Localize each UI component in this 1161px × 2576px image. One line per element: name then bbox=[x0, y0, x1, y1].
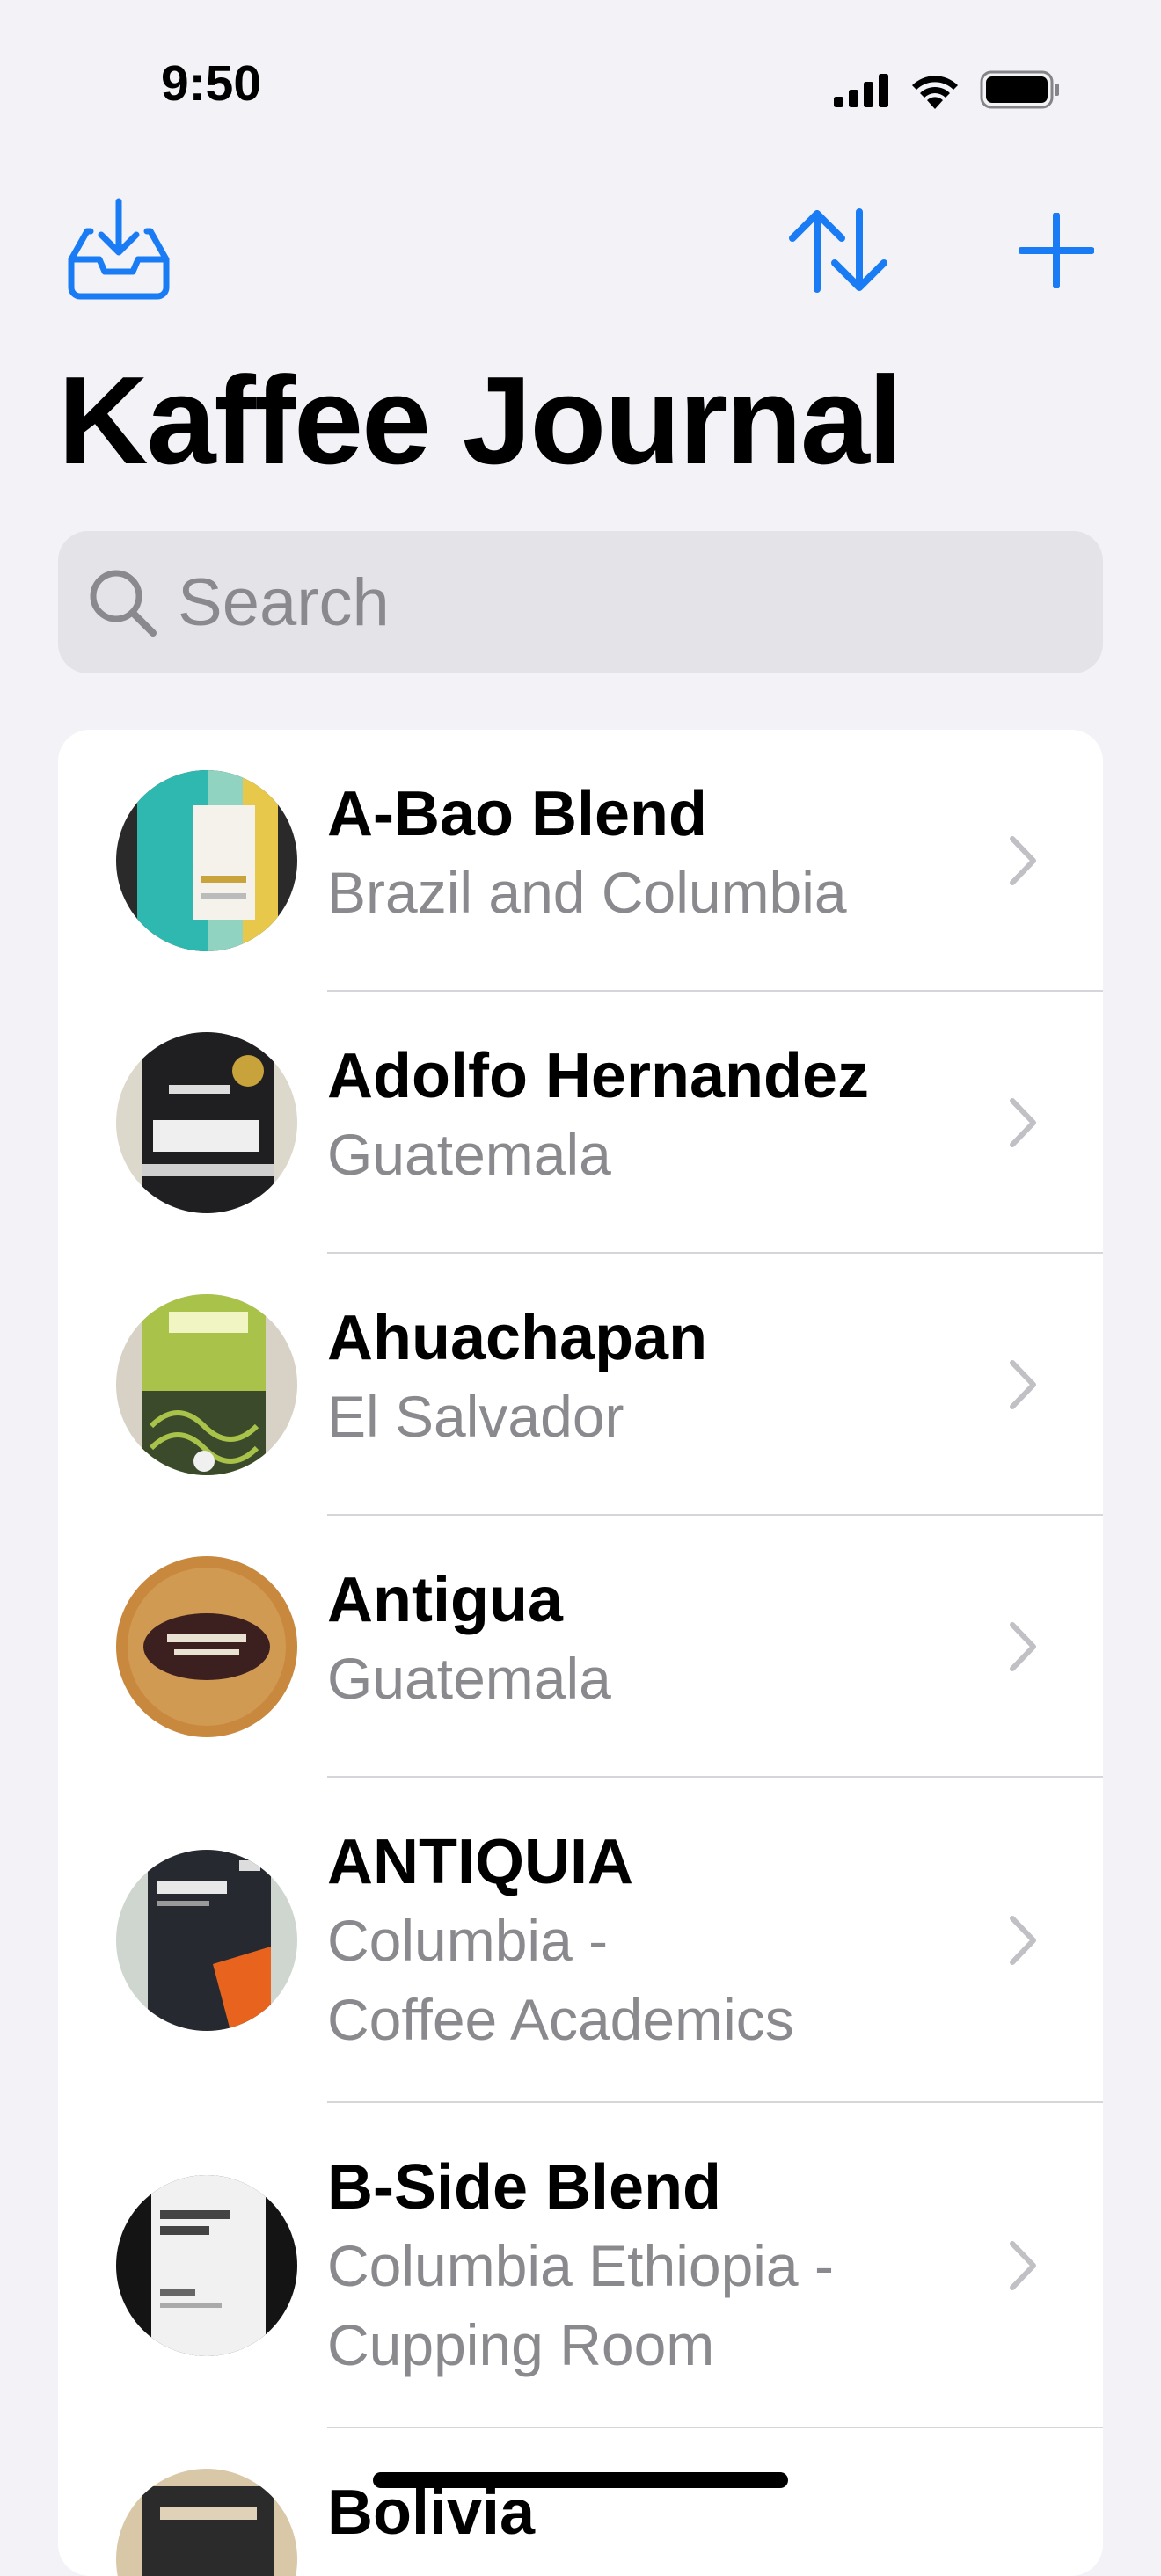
chevron-right-icon bbox=[1010, 1622, 1036, 1671]
chevron-right-icon bbox=[1010, 1098, 1036, 1147]
coffee-name: Adolfo Hernandez bbox=[327, 1041, 870, 1111]
coffee-roaster-line-1: Columbia - bbox=[327, 1908, 609, 1973]
list-item[interactable]: A-Bao Blend Brazil and Columbia bbox=[58, 730, 1103, 992]
status-time: 9:50 bbox=[160, 55, 262, 112]
toolbar bbox=[0, 193, 1161, 308]
list-item[interactable]: Adolfo Hernandez Guatemala bbox=[58, 992, 1103, 1254]
coffee-name: Ahuachapan bbox=[327, 1303, 708, 1373]
coffee-origin: Guatemala bbox=[327, 1122, 611, 1187]
avatar bbox=[116, 1294, 297, 1475]
search-bar[interactable] bbox=[58, 531, 1103, 673]
status-bar: 9:50 bbox=[0, 0, 1161, 176]
coffee-roaster-line-2: Coffee Academics bbox=[327, 1987, 794, 2052]
coffee-list: A-Bao Blend Brazil and Columbia Adolfo H… bbox=[58, 730, 1103, 2576]
avatar bbox=[116, 2175, 297, 2356]
status-icons bbox=[834, 70, 1061, 109]
coffee-name: B-Side Blend bbox=[327, 2152, 722, 2223]
tray-arrow-down-icon bbox=[68, 198, 170, 300]
list-item[interactable]: B-Side Blend Columbia Ethiopia - Cupping… bbox=[58, 2103, 1103, 2428]
avatar bbox=[116, 2469, 297, 2576]
wifi-icon bbox=[912, 76, 958, 109]
chevron-right-icon bbox=[1010, 1360, 1036, 1409]
coffee-roaster-line-2: Cupping Room bbox=[327, 2312, 715, 2377]
battery-icon bbox=[980, 70, 1059, 109]
coffee-origin: Brazil and Columbia bbox=[327, 860, 847, 925]
avatar bbox=[116, 770, 297, 951]
avatar bbox=[116, 1850, 297, 2031]
add-button[interactable] bbox=[999, 193, 1114, 308]
coffee-origin: Guatemala bbox=[327, 1646, 611, 1711]
list-item[interactable]: Bolivia bbox=[58, 2428, 1103, 2576]
search-icon bbox=[90, 570, 157, 637]
cellular-signal-icon bbox=[834, 74, 888, 107]
avatar bbox=[116, 1032, 297, 1213]
plus-icon bbox=[1019, 213, 1094, 288]
list-item[interactable]: Antigua Guatemala bbox=[58, 1516, 1103, 1778]
home-indicator bbox=[373, 2472, 788, 2488]
chevron-right-icon bbox=[1010, 2241, 1036, 2290]
search-input[interactable] bbox=[178, 531, 1075, 673]
coffee-name: Antigua bbox=[327, 1565, 563, 1635]
import-button[interactable] bbox=[62, 193, 176, 308]
coffee-name: A-Bao Blend bbox=[327, 779, 707, 849]
page-title: Kaffee Journal bbox=[58, 351, 902, 491]
coffee-name: ANTIQUIA bbox=[327, 1827, 633, 1897]
chevron-right-icon bbox=[1010, 1916, 1036, 1965]
coffee-roaster-line-1: Columbia Ethiopia - bbox=[327, 2233, 834, 2298]
sort-button[interactable] bbox=[781, 193, 895, 308]
chevron-right-icon bbox=[1010, 836, 1036, 885]
list-item[interactable]: Ahuachapan El Salvador bbox=[58, 1254, 1103, 1516]
arrow-up-arrow-down-icon bbox=[789, 208, 887, 293]
list-item[interactable]: ANTIQUIA Columbia - Coffee Academics bbox=[58, 1778, 1103, 2103]
avatar bbox=[116, 1556, 297, 1737]
coffee-origin: El Salvador bbox=[327, 1384, 624, 1449]
